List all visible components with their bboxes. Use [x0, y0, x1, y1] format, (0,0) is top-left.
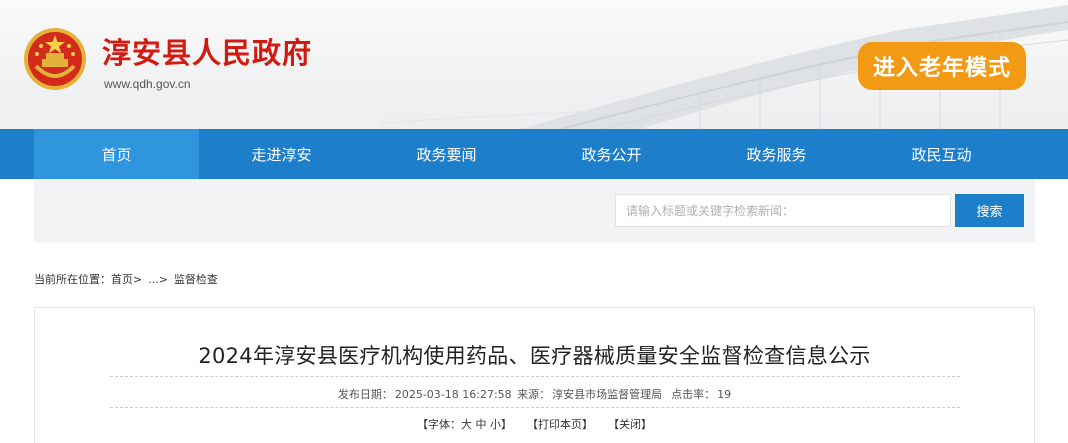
main-nav: 首页 走进淳安 政务要闻 政务公开 政务服务 政民互动	[0, 129, 1068, 179]
article-meta: 发布日期： 2025-03-18 16:27:58 来源： 淳安县市场监督管理局 点…	[35, 386, 1034, 402]
nav-item-interaction[interactable]: 政民互动	[859, 129, 1024, 179]
title-divider	[110, 376, 960, 377]
breadcrumb-current[interactable]: 监督检查	[174, 271, 218, 287]
breadcrumb-ellipsis[interactable]: ...>	[148, 273, 168, 286]
font-medium-button[interactable]: 中	[476, 418, 487, 431]
font-large-button[interactable]: 大	[461, 418, 472, 431]
print-button[interactable]: 【打印本页】	[527, 418, 593, 431]
nav-item-news[interactable]: 政务要闻	[364, 129, 529, 179]
search-bar: 搜索	[34, 179, 1035, 242]
close-button[interactable]: 【关闭】	[608, 418, 652, 431]
search-button[interactable]: 搜索	[955, 194, 1024, 227]
site-header: 淳安县人民政府 www.qdh.gov.cn 进入老年模式	[0, 0, 1068, 129]
search-input[interactable]	[615, 194, 951, 227]
nav-item-home[interactable]: 首页	[34, 129, 199, 179]
breadcrumb-home[interactable]: 首页>	[111, 271, 142, 287]
article-title: 2024年淳安县医疗机构使用药品、医疗器械质量安全监督检查信息公示	[198, 344, 871, 368]
source-label: 来源：	[517, 388, 551, 401]
nav-item-about[interactable]: 走进淳安	[199, 129, 364, 179]
click-count: 19	[717, 388, 732, 401]
nav-item-services[interactable]: 政务服务	[694, 129, 859, 179]
breadcrumb-prefix: 当前所在位置：	[34, 273, 111, 286]
site-title[interactable]: 淳安县人民政府	[102, 30, 312, 72]
nav-item-disclosure[interactable]: 政务公开	[529, 129, 694, 179]
national-emblem-icon	[24, 28, 86, 90]
clicks-label: 点击率：	[671, 388, 716, 401]
source: 淳安县市场监督管理局	[552, 388, 663, 401]
site-url: www.qdh.gov.cn	[104, 77, 191, 91]
elder-mode-button[interactable]: 进入老年模式	[858, 42, 1026, 90]
article-tools: 【字体：大 中 小】 【打印本页】 【关闭】	[35, 416, 1034, 432]
font-size-close: 】	[501, 418, 512, 431]
article-container: 2024年淳安县医疗机构使用药品、医疗器械质量安全监督检查信息公示 发布日期： 2…	[34, 307, 1035, 443]
publish-date-label: 发布日期：	[337, 388, 393, 401]
font-size-label: 【字体：	[417, 418, 461, 431]
font-small-button[interactable]: 小	[490, 418, 501, 431]
breadcrumb: 当前所在位置： 首页> ...> 监督检查	[34, 271, 218, 287]
publish-date: 2025-03-18 16:27:58	[394, 388, 512, 401]
meta-divider	[110, 407, 960, 408]
